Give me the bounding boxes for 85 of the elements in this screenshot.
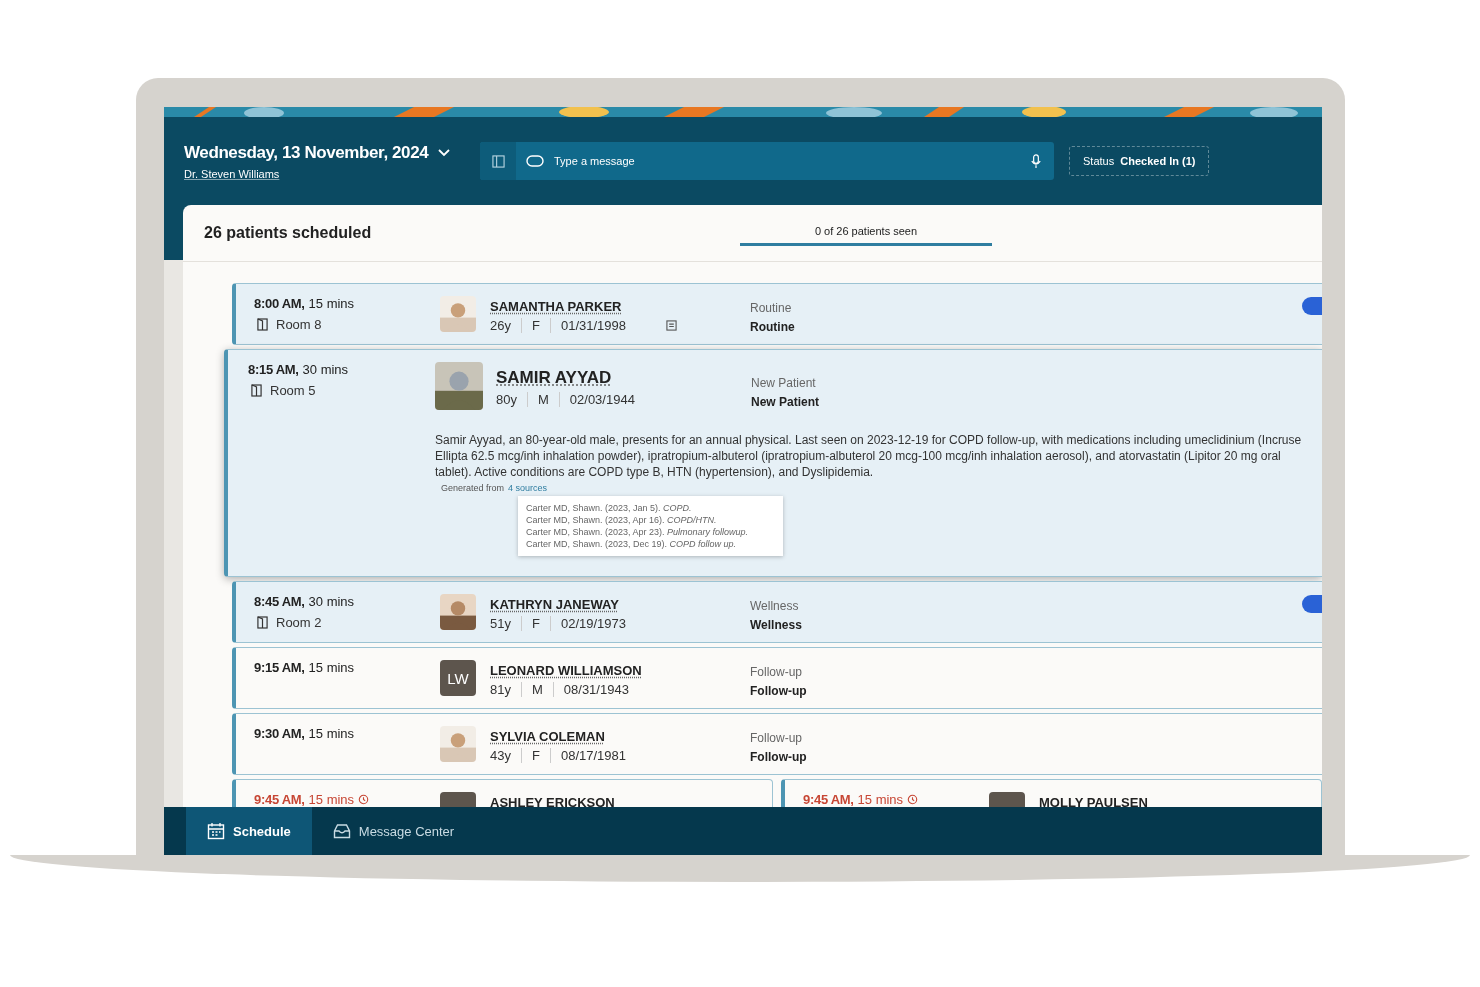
status-filter-button[interactable]: Status Checked In (1) — [1069, 146, 1210, 176]
appointment-time: 9:15 AM, — [254, 660, 305, 675]
birth-date: 02/03/1944 — [558, 392, 645, 407]
patients-scheduled-title: 26 patients scheduled — [204, 224, 373, 242]
appointment-duration: 30 mins — [302, 362, 349, 377]
patient-sex: F — [520, 318, 550, 333]
appointment-time: 9:45 AM, — [803, 792, 854, 807]
door-icon — [257, 616, 268, 629]
appointment-row[interactable]: 9:45 AM, 15 mins MOLLY PAULSEN — [781, 779, 1322, 807]
initials-avatar: LW — [440, 660, 476, 696]
door-icon — [251, 384, 262, 397]
appointment-row[interactable]: 9:15 AM, 15 mins LW LEONARD WILLIAMSON 81y M 08/31/1943 Follow-up Follow-up — [232, 647, 1322, 709]
message-bar[interactable]: Type a message — [480, 142, 1054, 180]
patients-seen-label: 0 of 26 patients seen — [814, 224, 918, 237]
calendar-icon — [207, 822, 225, 840]
message-field[interactable]: Type a message — [554, 155, 1030, 167]
birth-date: 02/19/1973 — [549, 616, 636, 631]
clock-icon — [907, 794, 919, 805]
panel-icon[interactable] — [491, 154, 505, 168]
room-label: Room 5 — [270, 383, 316, 398]
chat-bubble-icon — [526, 155, 544, 167]
appointment-time: 8:00 AM, — [254, 296, 305, 311]
appointment-duration: 15 mins — [857, 792, 904, 807]
appointment-duration: 30 mins — [308, 594, 355, 609]
appointment-duration: 15 mins — [308, 726, 355, 741]
patient-sex: M — [526, 392, 559, 407]
patient-name[interactable]: SAMIR AYYAD — [496, 368, 612, 388]
visit-type: Routine — [750, 301, 793, 315]
birth-date: 01/31/1998 — [549, 318, 636, 333]
room-label: Room 8 — [276, 317, 322, 332]
source-citation: Carter MD, Shawn. (2023, Apr 16). COPD/HTN. — [526, 515, 718, 525]
appointment-row[interactable]: 9:45 AM, 15 mins ASHLEY ERICKSON — [232, 779, 773, 807]
birth-date: 08/31/1943 — [552, 682, 639, 697]
patient-name[interactable]: ASHLEY ERICKSON — [490, 795, 615, 807]
patient-name[interactable]: KATHRYN JANEWAY — [490, 597, 619, 612]
note-icon[interactable] — [666, 320, 677, 331]
nav-tab[interactable]: Schedule — [186, 807, 312, 855]
visit-reason: Follow-up — [750, 684, 807, 698]
inbox-icon — [332, 822, 351, 840]
room-label: Room 2 — [276, 615, 322, 630]
appointment-time: 8:45 AM, — [254, 594, 305, 609]
birth-date: 08/17/1981 — [549, 748, 636, 763]
visit-reason: Wellness — [750, 618, 802, 632]
patient-summary: Samir Ayyad, an 80-year-old male, presents for an annual physical. Last seen on 2023-12-19 for COPD follow-up, with medications including umeclidinium (Incruse Ellipta 62.5 mcg/inh inhalation powder), ipratropium-albuterol (ipratropium-albuterol 20 mcg-100 mcg/inh inhalation aerosol), and atorvastatin (Lipitor 20 mg oral tablet). Active conditions are COPD type B, HTN (hypertension), and Dyslipidemia. — [435, 432, 1302, 480]
source-citation: Carter MD, Shawn. (2023, Apr 23). Pulmonary followup. — [526, 527, 750, 537]
source-citation: Carter MD, Shawn. (2023, Dec 19). COPD follow up. — [526, 539, 738, 549]
appointment-row[interactable] — [224, 349, 1322, 577]
visit-type: Wellness — [750, 599, 800, 613]
appointment-time: 9:45 AM, — [254, 792, 305, 807]
appointment-duration: 15 mins — [308, 296, 355, 311]
visit-reason: Follow-up — [750, 750, 807, 764]
source-citation: Carter MD, Shawn. (2023, Jan 5). COPD. — [526, 503, 693, 513]
schedule-date: Wednesday, 13 November, 2024 — [184, 142, 429, 163]
appointment-row[interactable]: 8:45 AM, 30 mins Room 2 KATHRYN JANEWAY 51y F 02/19/1973 Wellness Wellness — [232, 581, 1322, 643]
patient-name[interactable]: MOLLY PAULSEN — [1039, 795, 1148, 807]
appointment-time: 9:30 AM, — [254, 726, 305, 741]
doctor-name: Dr. Steven Williams — [184, 167, 281, 180]
patient-age: 43y — [490, 748, 512, 763]
clock-icon — [358, 794, 370, 805]
patient-age: 81y — [490, 682, 512, 697]
patient-sex: F — [520, 748, 550, 763]
patient-name[interactable]: SYLVIA COLEMAN — [490, 729, 605, 744]
sources-label: Generated from — [441, 483, 505, 493]
nav-tab[interactable]: Message Center — [311, 807, 476, 855]
appointment-duration: 15 mins — [308, 660, 355, 675]
patient-sex: M — [520, 682, 553, 697]
visit-type: New Patient — [751, 376, 817, 390]
appointment-row[interactable]: 8:00 AM, 15 mins Room 8 SAMANTHA PARKER 26y F 01/31/1998 Routine Routine — [232, 283, 1322, 345]
patient-sex: F — [520, 616, 550, 631]
visit-reason: New Patient — [751, 395, 819, 409]
appointment-time: 8:15 AM, — [248, 362, 299, 377]
appointment-duration: 15 mins — [308, 792, 355, 807]
visit-type: Follow-up — [750, 665, 804, 679]
patient-age: 51y — [490, 616, 512, 631]
sources-link[interactable]: 4 sources — [508, 483, 548, 493]
door-icon — [257, 318, 268, 331]
patient-age: 26y — [490, 318, 512, 333]
patient-name[interactable]: SAMANTHA PARKER — [490, 299, 622, 314]
visit-type: Follow-up — [750, 731, 804, 745]
microphone-icon[interactable] — [1030, 153, 1042, 169]
appointment-row[interactable]: 9:30 AM, 15 mins SYLVIA COLEMAN 43y F 08/17/1981 Follow-up Follow-up — [232, 713, 1322, 775]
visit-reason: Routine — [750, 320, 795, 334]
patient-name[interactable]: LEONARD WILLIAMSON — [490, 663, 642, 678]
chevron-down-icon[interactable] — [438, 148, 451, 157]
patient-age: 80y — [496, 392, 518, 407]
